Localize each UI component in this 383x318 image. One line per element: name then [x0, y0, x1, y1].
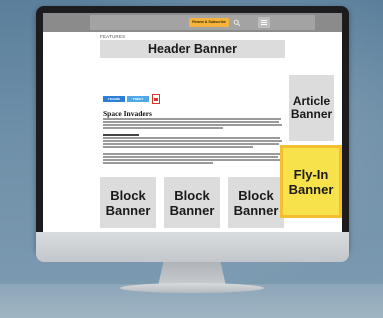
renew-subscribe-button[interactable]: Renew & Subscribe — [189, 18, 229, 27]
section-label: FEATURES — [100, 34, 126, 39]
facebook-share-button[interactable]: f SHARE — [103, 96, 125, 102]
monitor-stand-base — [120, 283, 264, 293]
article-paragraph — [103, 134, 283, 150]
screen: Renew & Subscribe FEATURES Header Banner… — [43, 13, 342, 232]
block-banner[interactable]: Block Banner — [164, 177, 220, 228]
block-banner[interactable]: Block Banner — [228, 177, 284, 228]
site-navbar: Renew & Subscribe — [43, 13, 342, 32]
search-icon[interactable] — [233, 19, 241, 27]
monitor-chin — [36, 232, 349, 262]
article-paragraph — [103, 153, 283, 165]
article-paragraph — [103, 118, 283, 130]
header-banner[interactable]: Header Banner — [100, 40, 285, 58]
pdf-icon[interactable] — [152, 94, 160, 104]
block-banner[interactable]: Block Banner — [100, 177, 156, 228]
article-banner[interactable]: Article Banner — [289, 75, 334, 141]
article-title: Space Invaders — [103, 109, 152, 118]
hamburger-menu-icon[interactable] — [258, 17, 270, 28]
fly-in-banner[interactable]: Fly-In Banner — [280, 145, 342, 218]
twitter-share-button[interactable]: TWEET — [127, 96, 149, 102]
